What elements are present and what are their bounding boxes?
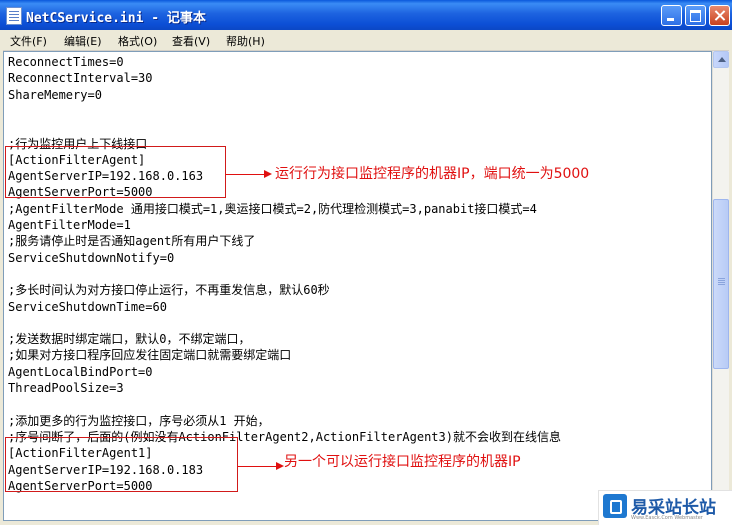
text-line: ;多长时间认为对方接口停止运行，不再重发信息，默认60秒 [8,283,330,298]
text-line: AgentLocalBindPort=0 [8,364,153,379]
text-line: ;添加更多的行为监控接口，序号必须从1 开始， [8,413,270,428]
menu-edit[interactable]: 编辑(E) [64,33,102,49]
notepad-icon[interactable] [6,7,22,25]
text-line: ServiceShutdownTime=60 [8,299,167,314]
minimize-button[interactable] [661,5,682,26]
maximize-button[interactable] [685,5,706,26]
text-line: ;服务请停止时是否通知agent所有用户下线了 [8,234,256,249]
vertical-scrollbar[interactable] [712,51,729,521]
text-line: ;如果对方接口程序回应发往固定端口就需要绑定端口 [8,348,292,363]
text-line: ReconnectTimes=0 [8,55,124,69]
annotation-label-2: 另一个可以运行接口监控程序的机器IP [284,454,521,470]
annotation-arrow-2 [237,466,277,467]
site-logo-icon [603,494,627,518]
arrow-head-1 [264,170,272,178]
text-line: ReconnectInterval=30 [8,71,153,86]
menu-format[interactable]: 格式(O) [118,33,157,49]
menu-file[interactable]: 文件(F) [10,33,47,49]
site-watermark: 易采站长站 Www.Easck.Com Webmaster [598,490,732,525]
menu-view[interactable]: 查看(V) [172,33,210,49]
title-bar[interactable]: NetCService.ini - 记事本 [0,0,732,30]
text-line: AgentFilterMode=1 [8,218,131,232]
watermark-subtitle: Www.Easck.Com Webmaster [631,515,703,521]
menu-help[interactable]: 帮助(H) [226,33,265,49]
text-line: ;发送数据时绑定端口，默认0，不绑定端口， [8,332,251,347]
text-line: ServiceShutdownNotify=0 [8,250,175,265]
scroll-up-button[interactable] [713,51,729,68]
annotation-arrow-1 [225,174,265,175]
close-button[interactable] [709,5,730,26]
text-line: ShareMemery=0 [8,87,102,102]
annotation-label-1: 运行行为接口监控程序的机器IP，端口统一为5000 [275,166,590,182]
arrow-head-2 [276,462,284,470]
scroll-thumb[interactable] [713,199,729,369]
highlight-box-agent [5,146,226,198]
text-line: ThreadPoolSize=3 [8,381,124,395]
highlight-box-agent1 [5,437,238,492]
menu-bar: 文件(F) 编辑(E) 格式(O) 查看(V) 帮助(H) [3,30,729,51]
text-line: ;AgentFilterMode 通用接口模式=1,奥运接口模式=2,防代理检测… [8,201,537,216]
window-title: NetCService.ini - 记事本 [26,11,206,26]
